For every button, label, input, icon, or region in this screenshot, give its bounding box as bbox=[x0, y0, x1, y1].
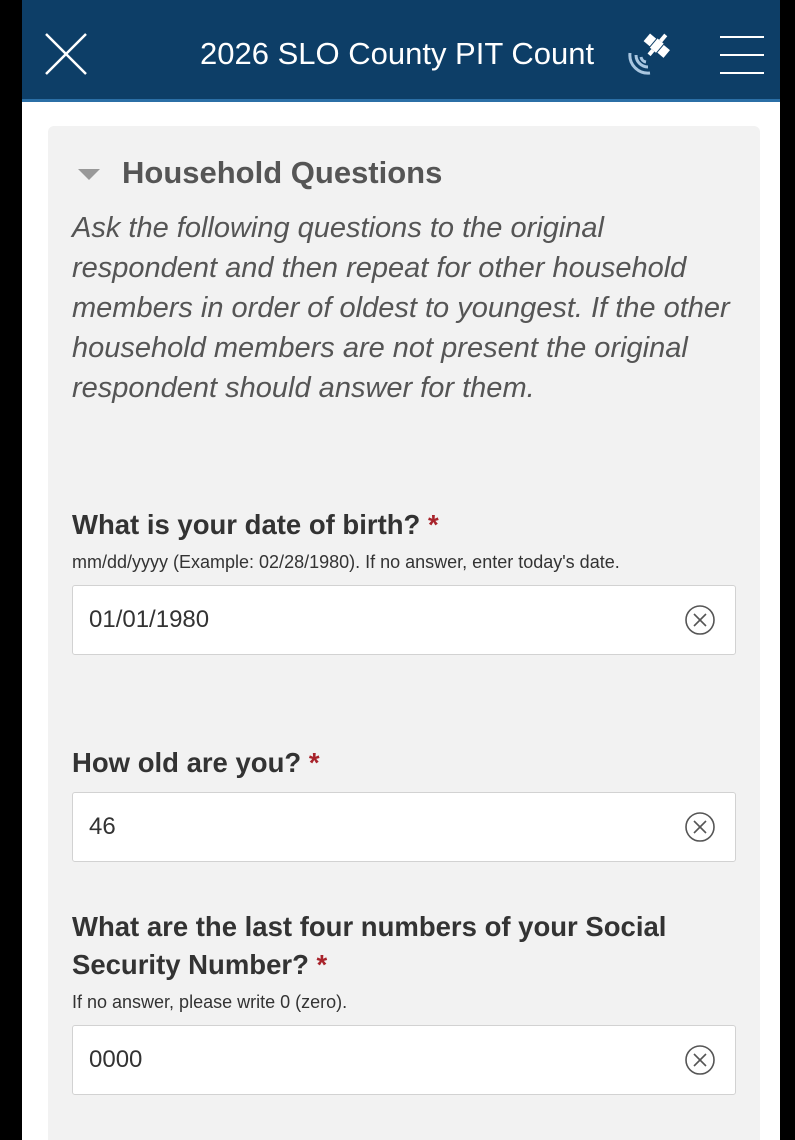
question-hint: mm/dd/yyyy (Example: 02/28/1980). If no … bbox=[72, 552, 620, 572]
required-marker: * bbox=[427, 509, 439, 540]
section-title: Household Questions bbox=[122, 155, 443, 190]
question-label: What is your date of birth? * bbox=[72, 509, 439, 540]
ssn-last-four-field bbox=[72, 1025, 736, 1095]
question-label: What are the last four numbers of your S… bbox=[72, 911, 667, 980]
question-hint: If no answer, please write 0 (zero). bbox=[72, 992, 348, 1012]
clear-icon[interactable] bbox=[683, 810, 717, 844]
section-toggle[interactable]: Household Questions bbox=[78, 152, 442, 194]
question-label: How old are you? * bbox=[72, 747, 320, 778]
survey-form-screen: 2026 SLO County PIT Count Household Ques… bbox=[22, 0, 780, 1140]
caret-down-icon bbox=[78, 168, 100, 180]
form-title: 2026 SLO County PIT Count bbox=[200, 36, 595, 71]
required-marker: * bbox=[316, 949, 328, 980]
age-field bbox=[72, 792, 736, 862]
satellite-gps-icon[interactable] bbox=[620, 25, 680, 83]
section-instructions: Ask the following questions to the origi… bbox=[72, 212, 730, 404]
hamburger-menu-icon bbox=[720, 36, 764, 74]
close-icon bbox=[45, 33, 87, 75]
age-input[interactable] bbox=[73, 793, 673, 861]
app-header: 2026 SLO County PIT Count bbox=[22, 0, 780, 102]
question-ssn-last-four: What are the last four numbers of your S… bbox=[72, 908, 736, 1095]
clear-icon[interactable] bbox=[683, 1043, 717, 1077]
clear-icon[interactable] bbox=[683, 603, 717, 637]
question-age: How old are you? * bbox=[72, 744, 736, 862]
close-button[interactable] bbox=[42, 30, 90, 78]
date-of-birth-field bbox=[72, 585, 736, 655]
date-of-birth-input[interactable] bbox=[73, 586, 673, 654]
ssn-last-four-input[interactable] bbox=[73, 1026, 673, 1094]
question-date-of-birth: What is your date of birth? * mm/dd/yyyy… bbox=[72, 506, 736, 655]
menu-button[interactable] bbox=[718, 33, 766, 77]
required-marker: * bbox=[308, 747, 320, 778]
household-questions-group: Household Questions Ask the following qu… bbox=[48, 126, 760, 1140]
